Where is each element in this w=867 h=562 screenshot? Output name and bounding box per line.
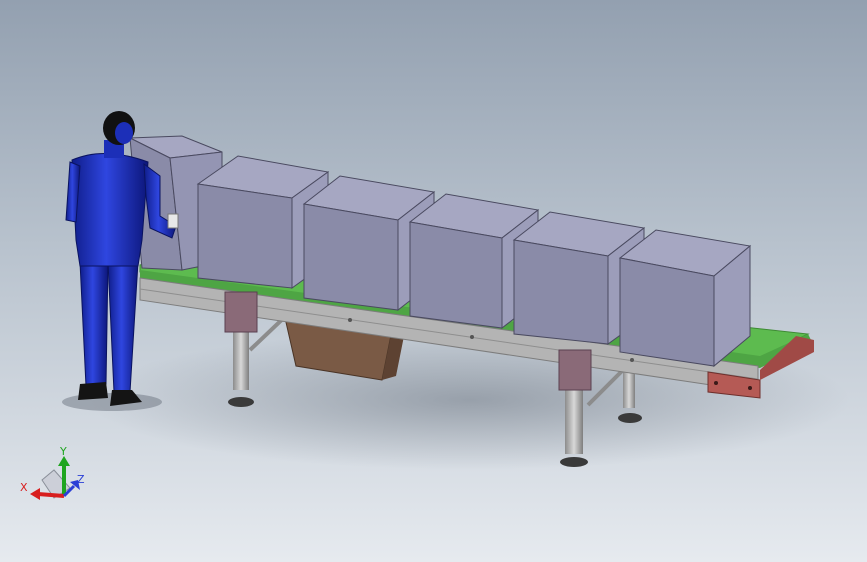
leveling-foot (560, 457, 588, 467)
leg-bracket (224, 291, 258, 333)
pulley-bolt (748, 386, 752, 390)
rail-bolt (470, 335, 474, 339)
assembly-scene[interactable]: Y X Z (0, 0, 867, 562)
bin-6[interactable] (618, 229, 752, 368)
cad-viewport[interactable]: Y X Z (0, 0, 867, 562)
leveling-foot (618, 413, 642, 423)
coordinate-triad: Y X Z (20, 445, 85, 500)
pulley-bolt (714, 381, 718, 385)
z-axis-label: Z (77, 473, 85, 486)
leg-bracket (558, 349, 592, 391)
leveling-foot (228, 397, 254, 407)
x-axis-arrow (37, 492, 65, 498)
rail-bolt (348, 318, 352, 322)
handheld-item (167, 213, 179, 229)
y-axis-label: Y (59, 445, 67, 458)
rail-bolt (630, 358, 634, 362)
x-axis-label: X (20, 481, 28, 494)
